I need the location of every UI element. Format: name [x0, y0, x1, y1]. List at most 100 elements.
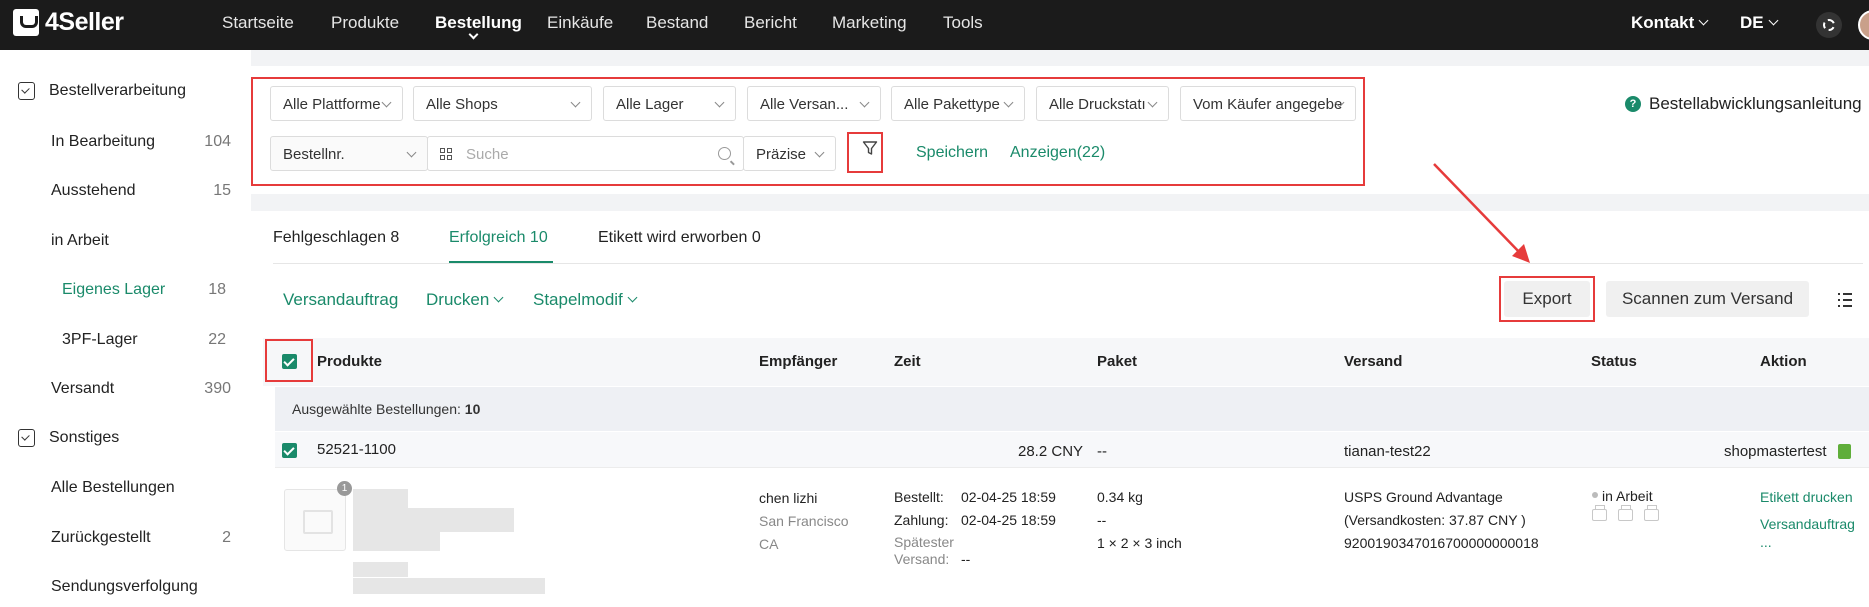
scan-icon: [440, 148, 453, 161]
sidebar-item-3pf-lager[interactable]: 3PF-Lager 22: [62, 331, 226, 349]
select-value: Alle Druckstatı: [1049, 96, 1146, 113]
chevron-down-icon: [1768, 15, 1779, 26]
logo[interactable]: 4Seller: [13, 8, 124, 37]
sidebar-item-zurueckgestellt[interactable]: Zurückgestellt 2: [51, 529, 231, 547]
shop-select[interactable]: Alle Shops: [413, 86, 592, 121]
printer-icon[interactable]: [1618, 505, 1633, 521]
more-actions-link[interactable]: ...: [1760, 534, 1772, 550]
warehouse-select[interactable]: Alle Lager: [603, 86, 736, 121]
guide-link[interactable]: ? Bestellabwicklungsanleitung: [1625, 94, 1862, 114]
save-filter-link[interactable]: Speichern: [916, 144, 988, 162]
nav-startseite[interactable]: Startseite: [222, 13, 294, 33]
sidebar-item-versandt[interactable]: Versandt 390: [51, 380, 231, 398]
printer-icon[interactable]: [1592, 505, 1607, 521]
nav-bericht[interactable]: Bericht: [744, 13, 797, 33]
order-store: tianan-test22: [1344, 443, 1431, 460]
sidebar-item-label: Alle Bestellungen: [51, 479, 175, 496]
print-menu[interactable]: Drucken: [426, 290, 504, 310]
print-status-select[interactable]: Alle Druckstatı: [1036, 86, 1169, 121]
sidebar-item-count: 22: [208, 331, 226, 348]
nav-bestand[interactable]: Bestand: [646, 13, 708, 33]
col-header-products: Produkte: [317, 353, 383, 370]
ship-order-button[interactable]: Versandauftrag: [283, 290, 398, 310]
precision-select[interactable]: Präzise: [743, 136, 836, 171]
status-dot: [1592, 492, 1598, 498]
chevron-down-icon: [493, 292, 504, 303]
select-value: Alle Shops: [426, 96, 498, 113]
shipping-select[interactable]: Alle Versan...: [747, 86, 881, 121]
tab-divider: [273, 263, 1863, 264]
settings-button[interactable]: [1816, 12, 1842, 38]
shopify-icon: [1838, 444, 1851, 459]
chevron-down-icon: [1147, 97, 1158, 108]
filter-icon[interactable]: [862, 140, 878, 156]
scan-to-ship-button[interactable]: Scannen zum Versand: [1606, 281, 1809, 317]
col-header-shipping: Versand: [1344, 353, 1403, 370]
sidebar-item-ausstehend[interactable]: Ausstehend 15: [51, 182, 231, 200]
search-icon[interactable]: [718, 147, 731, 160]
shipping-cost: (Versandkosten: 37.87 CNY ): [1344, 512, 1526, 528]
sidebar-item-label: in Arbeit: [51, 232, 109, 249]
sidebar-item-count: 18: [208, 281, 226, 298]
printer-icon[interactable]: [1644, 505, 1659, 521]
sidebar-item-label: 3PF-Lager: [62, 331, 138, 348]
nav-produkte[interactable]: Produkte: [331, 13, 399, 33]
search-placeholder: Suche: [466, 146, 509, 163]
avatar[interactable]: [1858, 10, 1869, 40]
chevron-down-icon: [381, 97, 392, 108]
col-header-recipient: Empfänger: [759, 353, 838, 370]
recipient-name: chen lizhi: [759, 490, 818, 506]
select-value: Vom Käufer angegebe: [1193, 96, 1343, 113]
sidebar-group-other[interactable]: Sonstiges: [18, 429, 119, 447]
nav-marketing[interactable]: Marketing: [832, 13, 907, 33]
tracking-number: 9200190347016700000000018: [1344, 535, 1539, 551]
sidebar-item-count: 15: [213, 182, 231, 199]
sidebar-item-count: 390: [204, 380, 231, 397]
language-menu[interactable]: DE: [1740, 13, 1779, 33]
search-input[interactable]: Suche: [427, 136, 744, 171]
nav-tools[interactable]: Tools: [943, 13, 983, 33]
nav-einkaeufe[interactable]: Einkäufe: [547, 13, 613, 33]
tab-successful[interactable]: Erfolgreich 10: [449, 229, 548, 247]
blurred-product-name: [353, 489, 408, 508]
ship-order-link[interactable]: Versandauftrag: [1760, 516, 1855, 532]
chevron-down-icon: [814, 147, 825, 158]
contact-menu[interactable]: Kontakt: [1631, 13, 1709, 33]
selected-count: 10: [464, 401, 481, 417]
order-shop: shopmastertest: [1724, 443, 1827, 460]
sidebar-item-in-bearbeitung[interactable]: In Bearbeitung 104: [51, 133, 231, 151]
platform-select[interactable]: Alle Plattforme: [270, 86, 403, 121]
contact-label: Kontakt: [1631, 13, 1695, 32]
paid-time: 02-04-25 18:59: [961, 512, 1056, 528]
order-checkbox[interactable]: [282, 443, 297, 458]
package-type-select[interactable]: Alle Pakettype: [891, 86, 1025, 121]
sidebar-item-alle-bestellungen[interactable]: Alle Bestellungen: [51, 479, 231, 497]
order-id[interactable]: 52521-1100: [317, 441, 396, 458]
sidebar-item-label: Eigenes Lager: [62, 281, 166, 298]
sidebar-item-count: 104: [204, 133, 231, 150]
chevron-down-icon: [1698, 15, 1709, 26]
select-value: Alle Pakettype: [904, 96, 1000, 113]
ordered-time: 02-04-25 18:59: [961, 489, 1056, 505]
column-settings-icon[interactable]: [1838, 293, 1852, 307]
buyer-specified-select[interactable]: Vom Käufer angegebe: [1180, 86, 1356, 121]
blurred-product-name: [353, 578, 545, 594]
tab-label-acquiring[interactable]: Etikett wird erworben 0: [598, 229, 761, 247]
ordered-label: Bestellt:: [894, 489, 944, 505]
chevron-down-icon: [627, 292, 638, 303]
print-label-link[interactable]: Etikett drucken: [1760, 489, 1853, 505]
chevron-down-icon: [859, 97, 870, 108]
nav-bestellung[interactable]: Bestellung: [435, 13, 522, 33]
product-image-placeholder: [284, 489, 346, 551]
sidebar-group-order-processing[interactable]: Bestellverarbeitung: [18, 82, 186, 100]
select-value: Alle Versan...: [760, 96, 849, 113]
sidebar-item-in-arbeit[interactable]: in Arbeit: [51, 232, 231, 250]
sidebar-item-eigenes-lager[interactable]: Eigenes Lager 18: [62, 281, 226, 299]
blurred-product-name: [353, 508, 514, 532]
show-results-link[interactable]: Anzeigen(22): [1010, 144, 1105, 162]
sidebar-item-sendungsverfolgung[interactable]: Sendungsverfolgung: [51, 578, 231, 596]
print-label: Drucken: [426, 290, 490, 309]
batch-edit-menu[interactable]: Stapelmodif: [533, 290, 638, 310]
search-field-select[interactable]: Bestellnr.: [270, 136, 428, 171]
tab-failed[interactable]: Fehlgeschlagen 8: [273, 229, 399, 247]
